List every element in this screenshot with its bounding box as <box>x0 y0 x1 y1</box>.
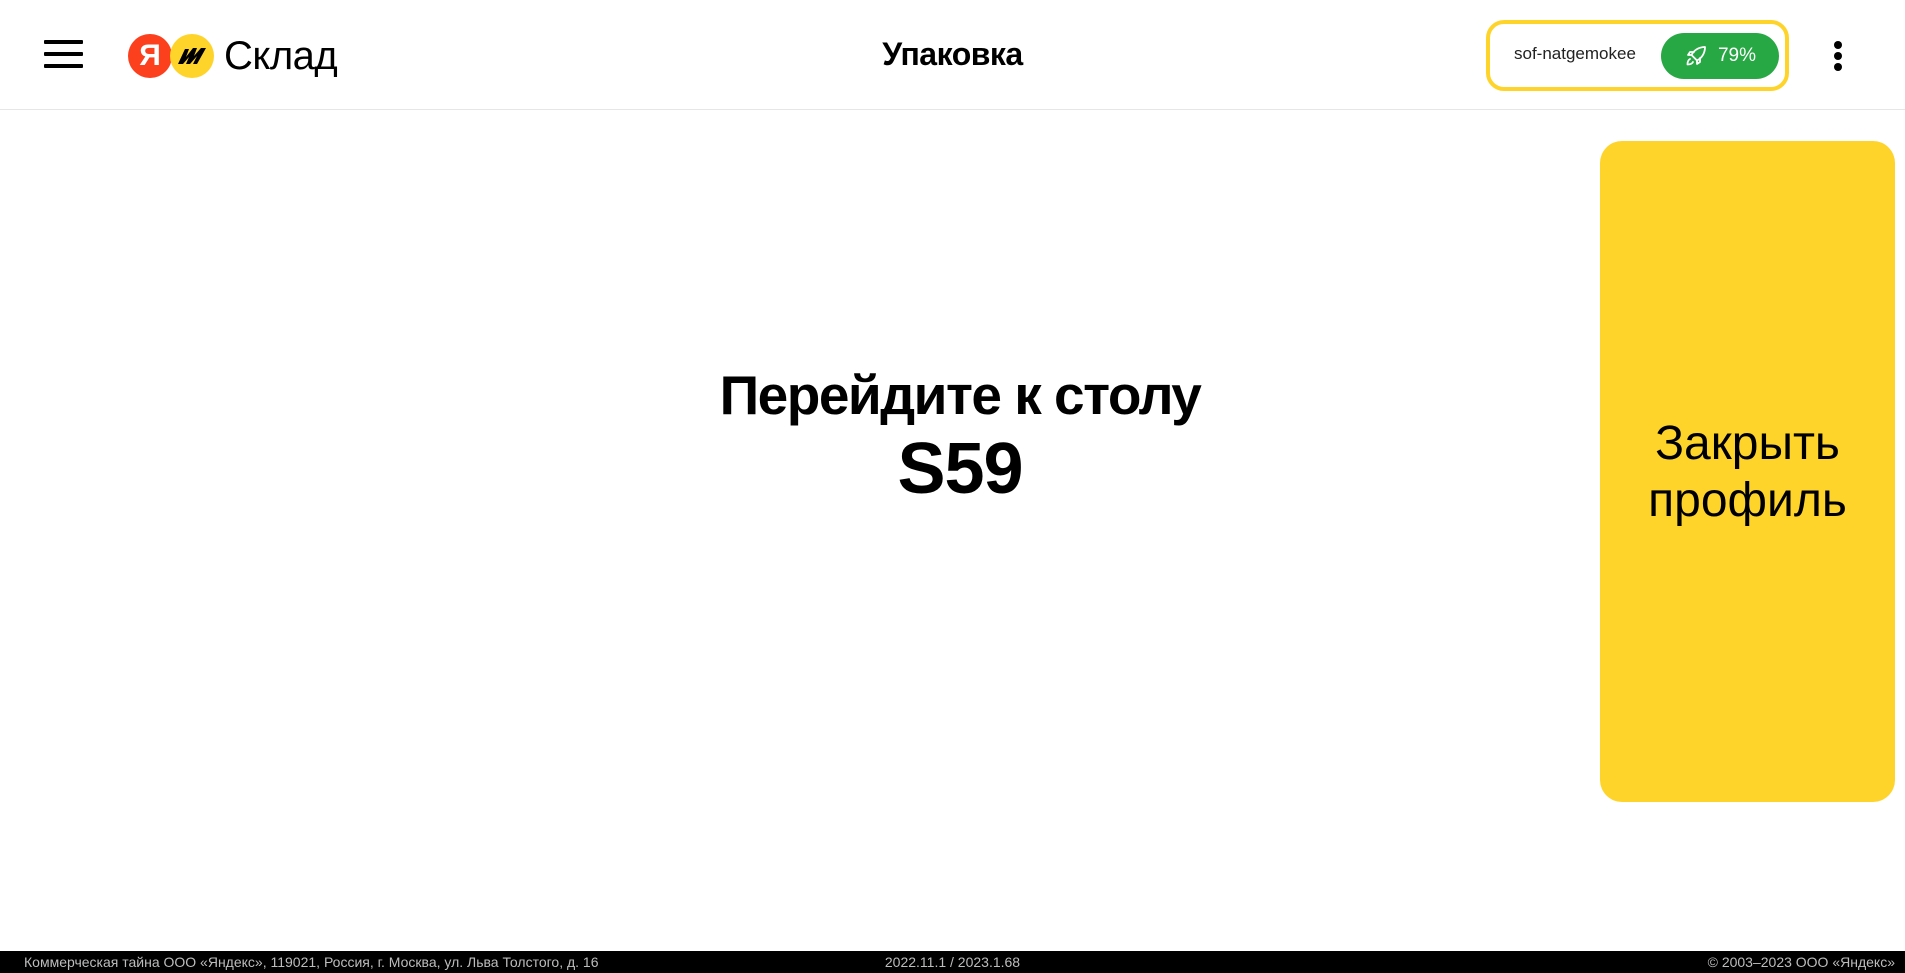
vertical-dots-icon-dot <box>1834 63 1842 71</box>
footer: Коммерческая тайна ООО «Яндекс», 119021,… <box>0 951 1905 973</box>
footer-version: 2022.11.1 / 2023.1.68 <box>884 954 1021 970</box>
vertical-dots-icon-dot <box>1834 41 1842 49</box>
vertical-dots-icon-dot <box>1834 52 1842 60</box>
more-options-button[interactable] <box>1826 38 1850 74</box>
progress-label: 79% <box>1717 45 1757 66</box>
app-root: Я Склад Упаковка sof-natgemokee 79% Пере… <box>0 0 1905 973</box>
user-widget: sof-natgemokee 79% <box>1486 20 1789 91</box>
header: Я Склад Упаковка sof-natgemokee 79% <box>0 0 1905 110</box>
close-profile-label: Закрыть профиль <box>1648 416 1847 527</box>
close-profile-button[interactable]: Закрыть профиль <box>1600 141 1895 802</box>
progress-button[interactable]: 79% <box>1661 33 1779 79</box>
table-code: S59 <box>897 429 1023 509</box>
footer-copyright: © 2003–2023 ООО «Яндекс» <box>1707 954 1895 970</box>
user-login: sof-natgemokee <box>1514 44 1636 63</box>
rocket-icon <box>1686 46 1706 66</box>
instruction-block: Перейдите к столу S59 <box>660 360 1260 508</box>
instruction-text: Перейдите к столу <box>719 364 1202 426</box>
